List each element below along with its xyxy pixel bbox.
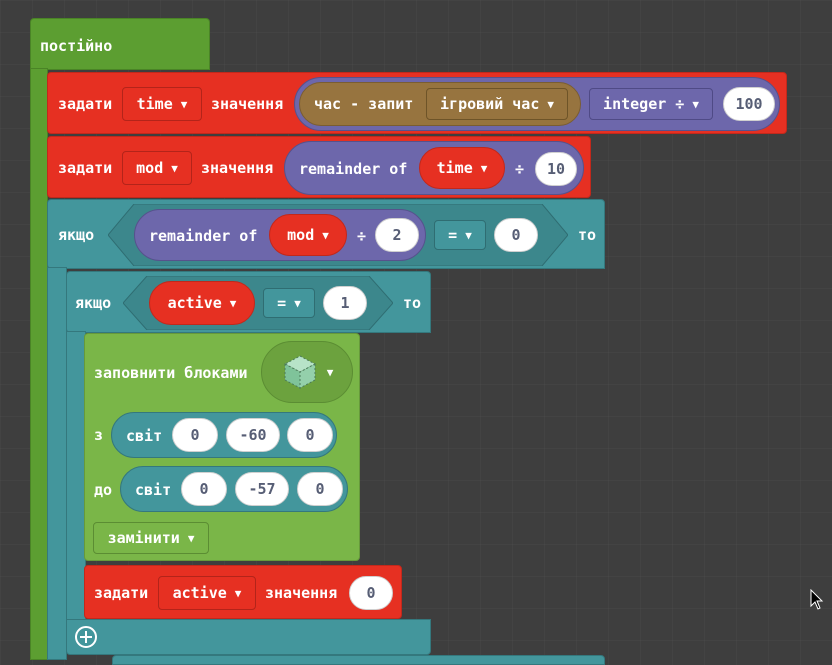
world-label: світ — [135, 481, 172, 499]
if-inner-bottom — [66, 619, 431, 655]
compare-dropdown[interactable]: = ▼ — [434, 220, 486, 250]
from-y-input[interactable]: -60 — [226, 418, 280, 452]
add-else-button[interactable] — [75, 626, 97, 648]
variable-ref-mod[interactable]: mod ▼ — [269, 214, 347, 256]
world-position-from[interactable]: світ 0 -60 0 — [111, 412, 337, 458]
fill-mode-dropdown[interactable]: замінити ▼ — [93, 522, 209, 554]
value-label: значення — [211, 95, 284, 113]
if-outer-spine — [47, 267, 67, 660]
if-inner-spine — [66, 331, 86, 623]
chevron-down-icon: ▼ — [234, 586, 242, 600]
variable-dropdown-mod[interactable]: mod ▼ — [122, 151, 192, 185]
then-label: то — [578, 226, 597, 244]
set-label: задати — [94, 584, 149, 602]
if-outer-block[interactable]: якщо remainder of mod ▼ ÷ 2 = ▼ 0 то — [47, 199, 605, 269]
variable-dropdown-time[interactable]: time ▼ — [122, 87, 202, 121]
cube-icon — [281, 353, 319, 391]
if-outer-bottom-partial — [112, 655, 605, 665]
plus-circle-icon-vertical — [85, 631, 87, 643]
to-y-input[interactable]: -57 — [235, 472, 289, 506]
from-z-input[interactable]: 0 — [287, 418, 333, 452]
number-input-0[interactable]: 0 — [494, 218, 538, 252]
set-mod-block[interactable]: задати mod ▼ значення remainder of time … — [47, 136, 591, 198]
chevron-down-icon: ▼ — [692, 97, 699, 111]
world-label: світ — [126, 427, 163, 445]
world-position-to[interactable]: світ 0 -57 0 — [120, 466, 348, 512]
gameplay-time-query-block[interactable]: час - запит ігровий час ▼ — [299, 82, 581, 126]
remainder-label: remainder of — [299, 160, 408, 178]
forever-body-spine — [30, 68, 48, 660]
chevron-down-icon: ▼ — [187, 531, 195, 545]
number-input-10[interactable]: 10 — [535, 152, 577, 186]
number-input-2[interactable]: 2 — [375, 218, 419, 252]
number-input-100[interactable]: 100 — [723, 87, 775, 121]
condition-hexagon[interactable]: remainder of mod ▼ ÷ 2 = ▼ 0 — [108, 204, 568, 266]
if-label: якщо — [75, 294, 112, 312]
number-input-0[interactable]: 0 — [349, 576, 393, 610]
set-label: задати — [58, 159, 113, 177]
set-label: задати — [58, 95, 113, 113]
forever-label: постійно — [40, 37, 113, 55]
from-label: з — [94, 426, 104, 444]
variable-ref-active[interactable]: active ▼ — [149, 281, 255, 325]
if-label: якщо — [58, 226, 95, 244]
to-label: до — [94, 481, 113, 499]
condition-hexagon[interactable]: active ▼ = ▼ 1 — [123, 276, 393, 330]
chevron-down-icon: ▼ — [171, 161, 178, 175]
chevron-down-icon: ▼ — [322, 228, 329, 242]
remainder-label: remainder of — [149, 227, 258, 245]
chevron-down-icon: ▼ — [326, 365, 334, 379]
from-x-input[interactable]: 0 — [172, 418, 218, 452]
time-query-dropdown[interactable]: ігровий час ▼ — [426, 88, 568, 120]
fill-blocks-block[interactable]: заповнити блоками ▼ з світ 0 -60 0 до св… — [84, 333, 360, 561]
if-inner-block[interactable]: якщо active ▼ = ▼ 1 то — [66, 271, 431, 333]
block-picker-dropdown[interactable]: ▼ — [261, 341, 353, 403]
chevron-down-icon: ▼ — [465, 228, 472, 242]
chevron-down-icon: ▼ — [480, 161, 488, 175]
chevron-down-icon: ▼ — [294, 296, 301, 310]
fill-label: заповнити блоками — [94, 364, 248, 382]
compare-dropdown[interactable]: = ▼ — [263, 288, 315, 318]
convert-block[interactable]: час - запит ігровий час ▼ integer ÷ ▼ 10… — [294, 77, 780, 131]
remainder-block[interactable]: remainder of time ▼ ÷ 10 — [284, 141, 584, 195]
chevron-down-icon: ▼ — [180, 97, 188, 111]
divide-symbol: ÷ — [515, 160, 525, 178]
forever-block[interactable]: постійно — [30, 18, 210, 70]
variable-dropdown-active[interactable]: active ▼ — [158, 576, 256, 610]
set-active-block[interactable]: задати active ▼ значення 0 — [84, 565, 402, 619]
chevron-down-icon: ▼ — [547, 97, 554, 111]
value-label: значення — [265, 584, 338, 602]
variable-ref-time[interactable]: time ▼ — [419, 147, 505, 189]
time-query-label: час - запит — [314, 95, 414, 113]
value-label: значення — [201, 159, 274, 177]
set-time-block[interactable]: задати time ▼ значення час - запит ігров… — [47, 72, 787, 134]
divide-symbol: ÷ — [357, 227, 367, 245]
then-label: то — [403, 294, 422, 312]
mouse-cursor-icon — [810, 589, 824, 610]
to-z-input[interactable]: 0 — [297, 472, 343, 506]
number-input-1[interactable]: 1 — [323, 286, 367, 320]
to-x-input[interactable]: 0 — [181, 472, 227, 506]
chevron-down-icon: ▼ — [229, 296, 237, 310]
remainder-block[interactable]: remainder of mod ▼ ÷ 2 — [134, 209, 426, 261]
convert-dropdown[interactable]: integer ÷ ▼ — [589, 88, 713, 120]
